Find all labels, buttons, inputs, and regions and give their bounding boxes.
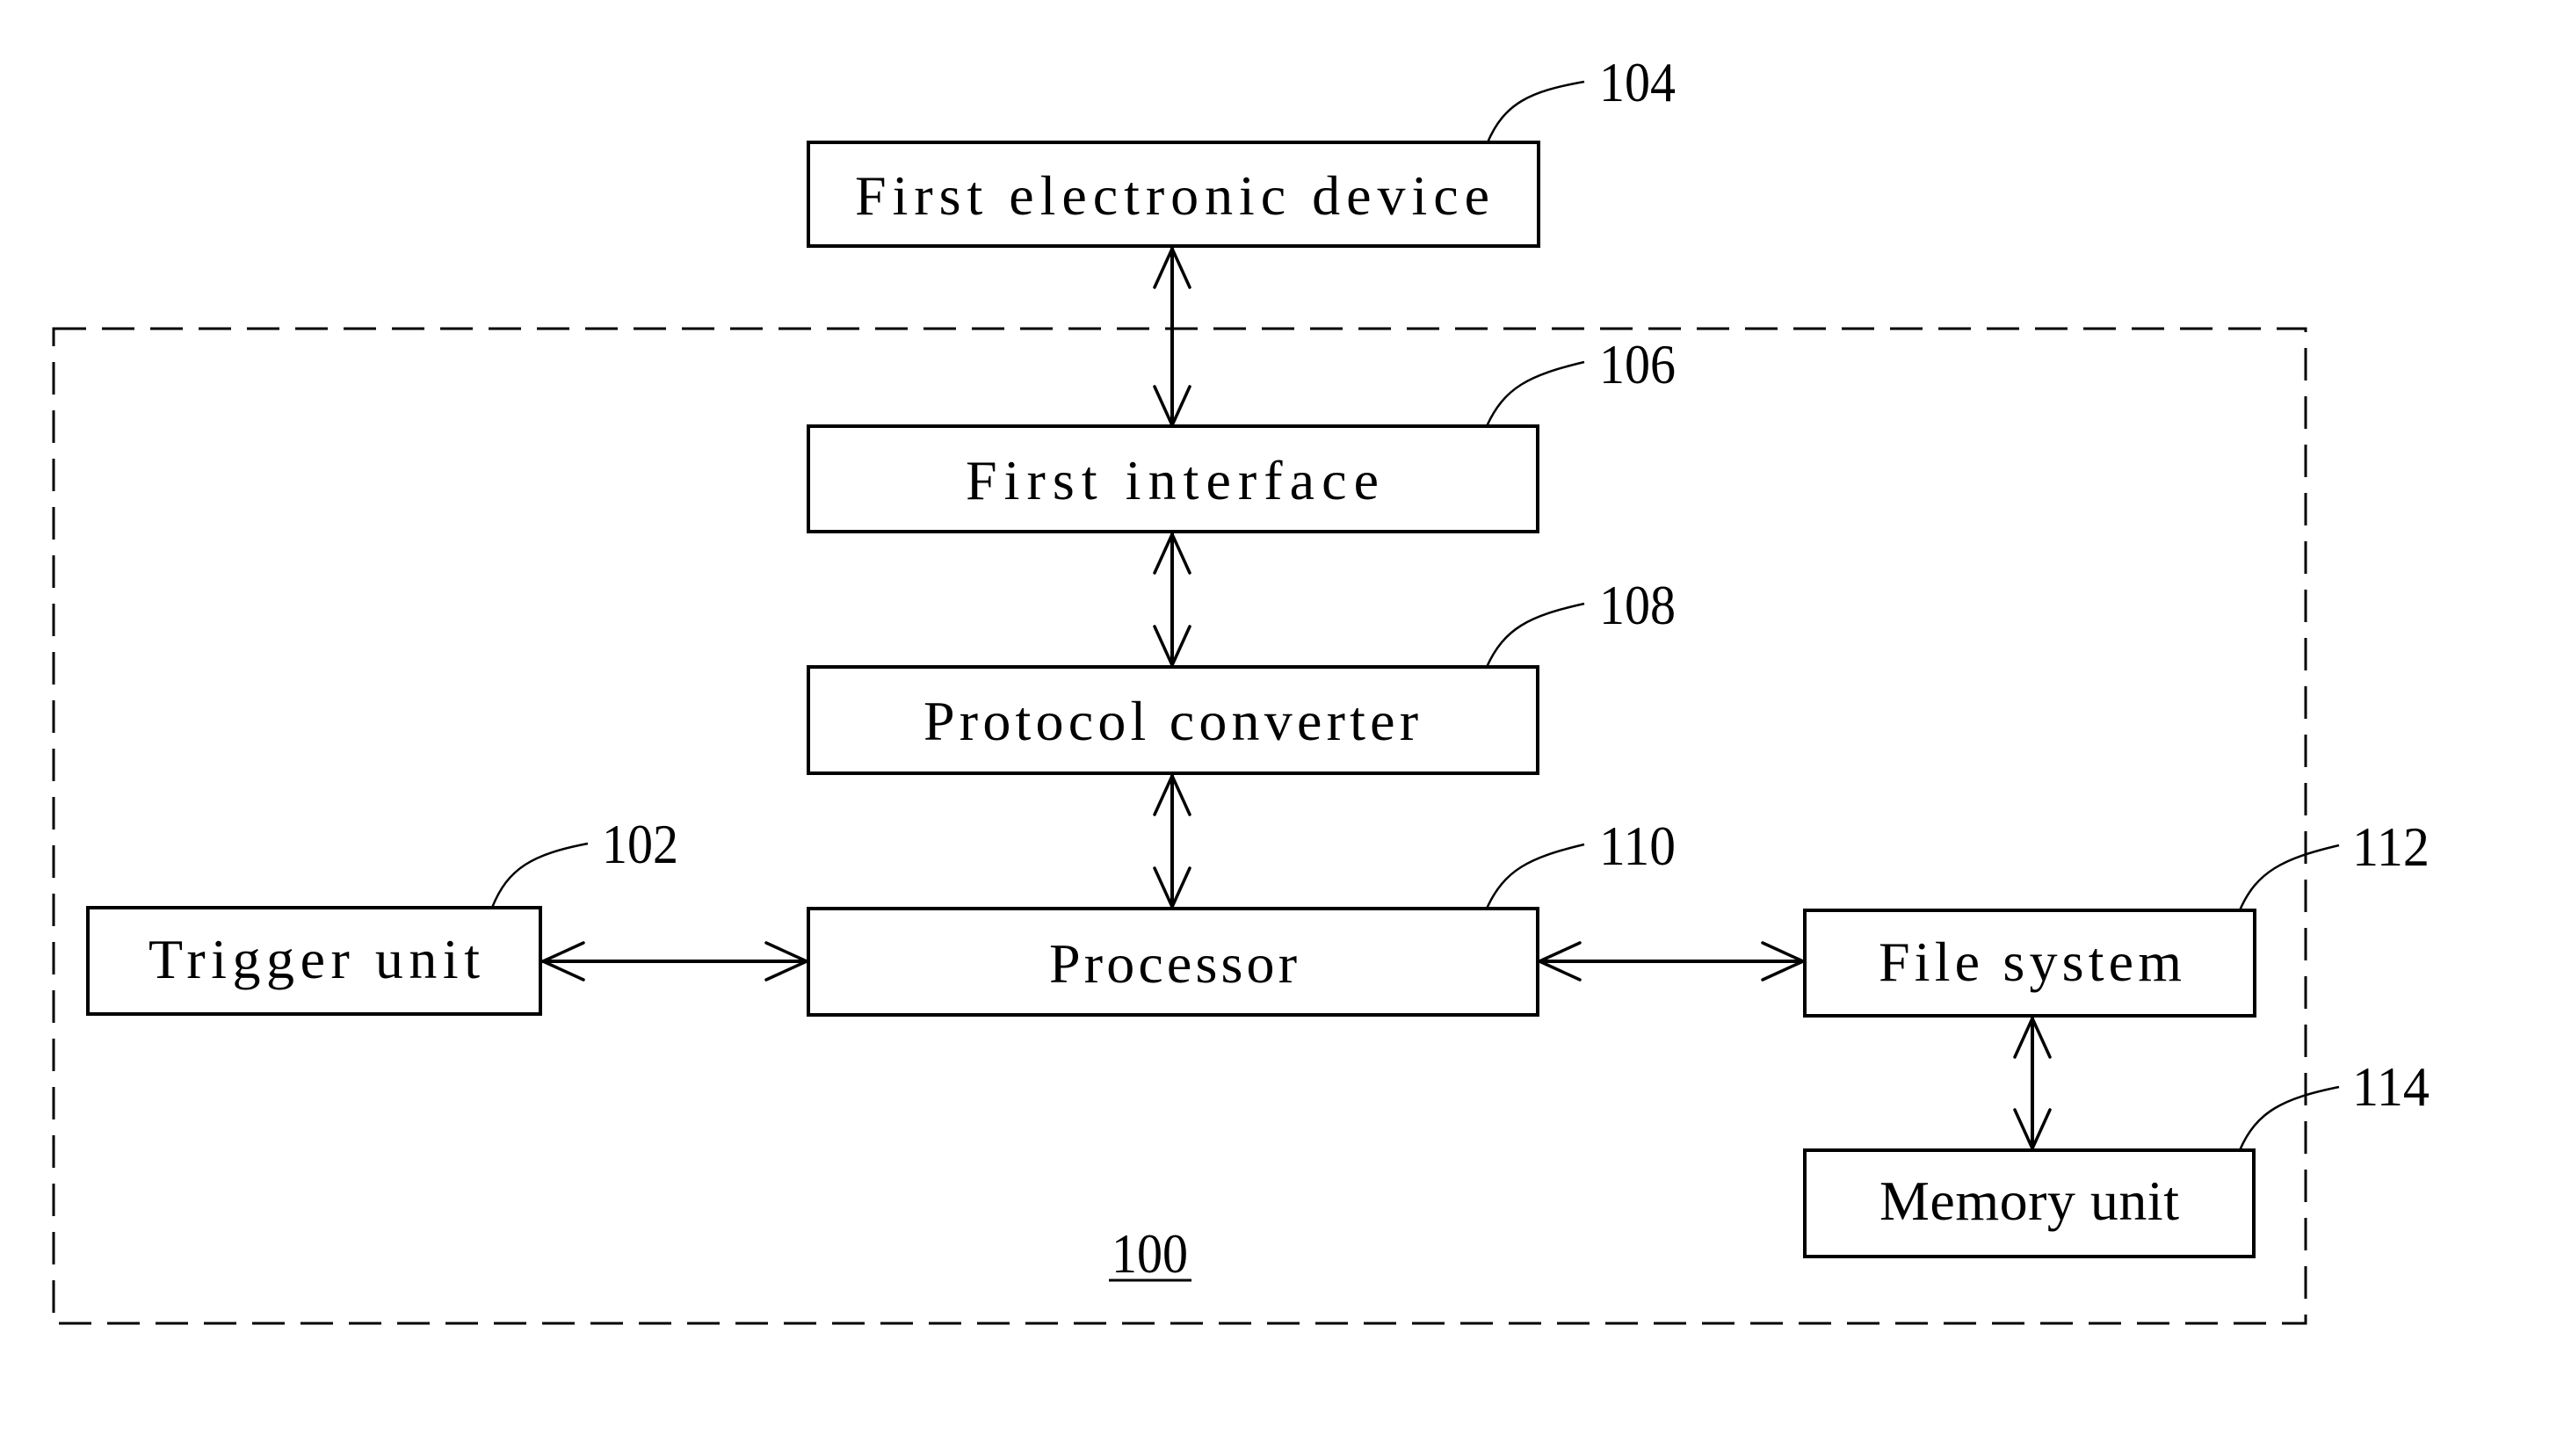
connector-104-106 xyxy=(1153,247,1191,427)
block-memory-unit: Memory unit xyxy=(1803,1148,2256,1258)
block-protocol-converter: Protocol converter xyxy=(807,665,1539,775)
ref-110: 110 xyxy=(1485,815,1676,909)
block-processor: Processor xyxy=(807,907,1539,1017)
ref-104: 104 xyxy=(1486,51,1676,143)
block-label: Trigger unit xyxy=(148,928,480,990)
ref-114: 114 xyxy=(2238,1055,2430,1151)
block-diagram: 100 First electronic device First interf… xyxy=(52,51,2430,1325)
block-label: First electronic device xyxy=(855,164,1489,227)
connector-112-114 xyxy=(2013,1017,2052,1150)
ref-112: 112 xyxy=(2238,815,2430,911)
block-file-system: File system xyxy=(1803,909,2256,1018)
ref-106: 106 xyxy=(1485,333,1676,427)
ref-label: 114 xyxy=(2352,1055,2430,1118)
block-label: Processor xyxy=(1049,932,1297,995)
connector-108-110 xyxy=(1153,774,1191,909)
ref-label: 108 xyxy=(1599,574,1676,636)
block-label: Memory unit xyxy=(1879,1170,2179,1232)
ref-label: 112 xyxy=(2352,815,2430,878)
ref-label: 104 xyxy=(1599,51,1676,113)
ref-label: 110 xyxy=(1599,815,1676,877)
block-trigger-unit: Trigger unit xyxy=(86,906,542,1016)
block-label: Protocol converter xyxy=(923,690,1418,752)
ref-label: 106 xyxy=(1599,333,1676,395)
ref-label-100: 100 xyxy=(1112,1222,1188,1285)
ref-102: 102 xyxy=(490,813,678,909)
connector-106-108 xyxy=(1153,532,1191,667)
block-first-electronic-device: First electronic device xyxy=(807,141,1540,248)
connector-102-110 xyxy=(541,941,808,982)
connector-110-112 xyxy=(1538,941,1805,982)
block-first-interface: First interface xyxy=(807,424,1539,533)
ref-108: 108 xyxy=(1485,574,1676,668)
ref-label: 102 xyxy=(602,813,678,875)
